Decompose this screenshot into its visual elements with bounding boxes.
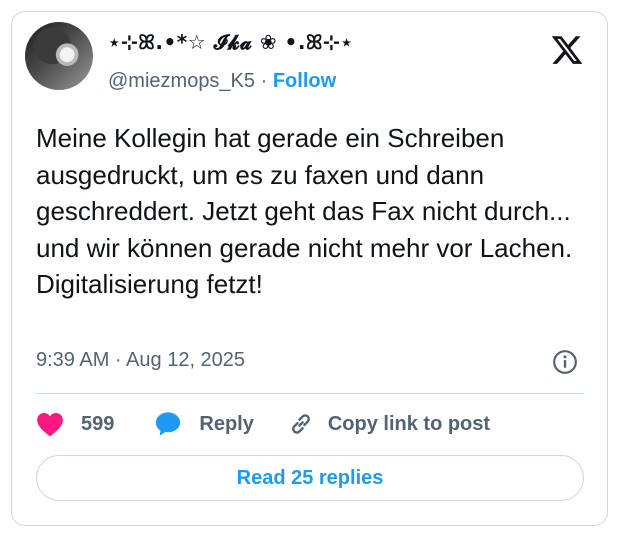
like-button[interactable]: 599 [36, 411, 114, 437]
info-icon[interactable] [552, 349, 578, 375]
author-avatar[interactable] [25, 22, 93, 90]
action-bar: 599 Reply Copy link to post [36, 406, 490, 442]
tweet-timestamp[interactable]: 9:39 AM · Aug 12, 2025 [36, 349, 245, 372]
link-icon [291, 414, 310, 434]
speech-bubble-icon [156, 412, 181, 436]
read-replies-button[interactable]: Read 25 replies [36, 455, 584, 501]
reply-label: Reply [199, 412, 254, 435]
reply-button[interactable]: Reply [154, 410, 254, 438]
author-handle-row: @miezmops_K5 · Follow [108, 70, 336, 93]
copy-link-button[interactable]: Copy link to post [288, 411, 490, 437]
divider [36, 393, 584, 394]
heart-icon [37, 413, 63, 437]
follow-button[interactable]: Follow [273, 70, 336, 92]
author-handle[interactable]: @miezmops_K5 [108, 70, 255, 92]
tweet-text: Meine Kollegin hat gerade ein Schreiben … [36, 123, 573, 299]
like-count: 599 [81, 412, 115, 435]
handle-separator: · [260, 70, 268, 92]
author-display-name[interactable]: ⋆⊹ꕤ.•*☆ 𝓘𝓴𝓪 ❀ •.ꕤ⊹⋆ [108, 30, 353, 54]
copy-link-label: Copy link to post [327, 412, 491, 435]
x-logo-icon[interactable] [550, 33, 584, 67]
